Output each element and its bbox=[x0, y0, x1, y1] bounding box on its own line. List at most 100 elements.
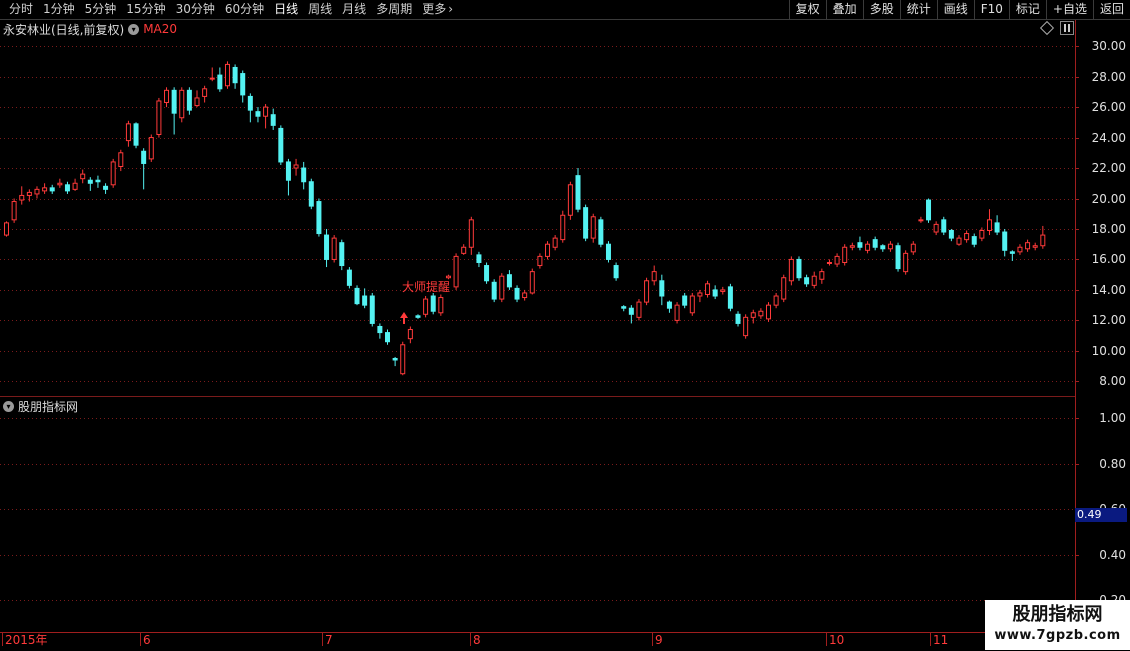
candle-body bbox=[872, 239, 878, 248]
candle-body bbox=[560, 214, 566, 241]
candle-body bbox=[811, 275, 817, 286]
date-tick-label: 11 bbox=[933, 633, 949, 647]
candle-series bbox=[4, 61, 1046, 376]
candle bbox=[674, 302, 680, 324]
candle-body bbox=[484, 265, 490, 282]
candle-body bbox=[499, 275, 505, 300]
candle-body bbox=[697, 292, 703, 297]
candle-body bbox=[148, 137, 154, 160]
candle bbox=[331, 235, 337, 263]
candle-body bbox=[826, 261, 832, 264]
candle-body bbox=[506, 274, 512, 288]
candle-body bbox=[293, 164, 299, 169]
candle bbox=[42, 183, 48, 194]
candle-body bbox=[887, 243, 893, 250]
candle bbox=[308, 178, 314, 210]
candle-body bbox=[583, 207, 589, 239]
candle-body bbox=[308, 181, 314, 207]
candle bbox=[438, 294, 444, 316]
candle bbox=[324, 228, 330, 268]
candle-body bbox=[842, 246, 848, 263]
candle-body bbox=[933, 223, 939, 233]
price-tick-mark bbox=[1075, 259, 1079, 260]
candle bbox=[1002, 228, 1008, 257]
candle-body bbox=[545, 243, 551, 257]
candle-body bbox=[644, 280, 650, 303]
candle-body bbox=[590, 216, 596, 239]
candle bbox=[819, 268, 825, 284]
candle bbox=[377, 323, 383, 339]
site-watermark: 股朋指标网 www.7gpzb.com bbox=[985, 600, 1130, 650]
candle bbox=[95, 175, 101, 188]
candle bbox=[834, 253, 840, 268]
candle bbox=[80, 169, 86, 184]
candle-body bbox=[689, 295, 695, 314]
candle bbox=[575, 168, 581, 213]
candle-body bbox=[727, 286, 733, 309]
date-axis bbox=[0, 632, 1130, 651]
candle bbox=[865, 241, 871, 254]
price-tick-label: 16.00 bbox=[1091, 252, 1126, 267]
candle bbox=[118, 149, 124, 172]
candle bbox=[971, 233, 977, 248]
back-button[interactable]: 返回 bbox=[1092, 0, 1130, 19]
candle bbox=[880, 244, 886, 252]
candle bbox=[217, 67, 223, 92]
candle-body bbox=[796, 258, 802, 279]
price-tick-label: 26.00 bbox=[1091, 100, 1126, 115]
candle-body bbox=[468, 219, 474, 248]
candle-body bbox=[103, 185, 109, 190]
candle-body bbox=[202, 88, 208, 97]
candle-body bbox=[400, 344, 406, 375]
candle-body bbox=[720, 289, 726, 292]
candle-body bbox=[445, 275, 451, 279]
candle bbox=[918, 216, 924, 223]
candle bbox=[743, 314, 749, 339]
candle-body bbox=[430, 295, 436, 312]
candle-body bbox=[141, 150, 147, 164]
candle bbox=[545, 241, 551, 260]
candle bbox=[468, 216, 474, 255]
candle-body bbox=[956, 237, 962, 245]
price-axis-line bbox=[1075, 20, 1076, 632]
candle bbox=[788, 256, 794, 286]
candle bbox=[400, 341, 406, 376]
candle bbox=[224, 61, 230, 89]
candle-body bbox=[1017, 246, 1023, 253]
candle bbox=[705, 280, 711, 298]
candle-body bbox=[712, 289, 718, 297]
candle-body bbox=[240, 73, 246, 96]
candle-body bbox=[705, 283, 711, 295]
candle-body bbox=[331, 237, 337, 260]
candle bbox=[423, 296, 429, 318]
candle-body bbox=[1040, 234, 1046, 247]
price-tick-mark bbox=[1075, 138, 1079, 139]
indicator-tick-mark bbox=[1075, 555, 1079, 556]
candle-body bbox=[979, 229, 985, 239]
candle-body bbox=[369, 295, 375, 324]
candle bbox=[64, 181, 70, 194]
candle bbox=[263, 104, 269, 129]
candle-body bbox=[819, 271, 825, 280]
candle-body bbox=[34, 188, 40, 195]
candle bbox=[392, 356, 398, 367]
candle bbox=[666, 300, 672, 313]
candle bbox=[948, 228, 954, 242]
candle bbox=[278, 125, 284, 165]
candle-body bbox=[26, 191, 32, 196]
candle-body bbox=[270, 114, 276, 126]
candle bbox=[590, 213, 596, 243]
candle-body bbox=[903, 252, 909, 273]
price-tick-mark bbox=[1075, 381, 1079, 382]
candle-body bbox=[392, 357, 398, 361]
candle bbox=[964, 230, 970, 243]
candle-body bbox=[849, 245, 855, 248]
candle bbox=[362, 288, 368, 309]
candle-body bbox=[49, 187, 55, 192]
candle bbox=[103, 183, 109, 194]
date-tick-label: 10 bbox=[829, 633, 845, 647]
candle bbox=[796, 256, 802, 281]
price-tick-label: 14.00 bbox=[1091, 282, 1126, 297]
candle-body bbox=[339, 242, 345, 267]
candle bbox=[415, 314, 421, 319]
